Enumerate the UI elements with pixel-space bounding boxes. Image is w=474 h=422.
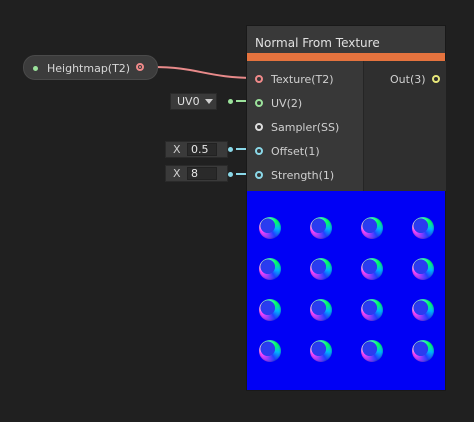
input-port-offset[interactable]: Offset(1) <box>247 143 363 163</box>
out-port-icon[interactable] <box>432 75 440 83</box>
preview-bump <box>259 217 281 239</box>
preview-bump <box>412 299 434 321</box>
preview-bump <box>259 258 281 280</box>
texture-wire <box>151 66 259 79</box>
strength-axis-label: X <box>173 167 181 180</box>
uv-channel-dropdown[interactable]: UV0 <box>170 93 217 110</box>
property-node-heightmap[interactable]: Heightmap(T2) <box>23 55 158 80</box>
node-inputs: Texture(T2) UV(2) Sampler(SS) Offset(1) … <box>247 61 363 191</box>
offset-port-icon[interactable] <box>255 147 263 155</box>
offset-value: 0.5 <box>191 143 209 156</box>
input-label-offset: Offset(1) <box>271 145 320 158</box>
preview-bump <box>310 299 332 321</box>
strength-inline-port-icon <box>228 172 233 177</box>
sampler-port-icon[interactable] <box>255 123 263 131</box>
input-label-uv: UV(2) <box>271 97 303 110</box>
property-output-port[interactable] <box>136 63 144 71</box>
offset-input[interactable]: 0.5 <box>187 143 217 156</box>
chevron-down-icon <box>205 99 213 104</box>
preview-bump <box>412 340 434 362</box>
preview-bump <box>310 217 332 239</box>
node-header[interactable]: Normal From Texture <box>247 26 445 53</box>
input-label-strength: Strength(1) <box>271 169 335 182</box>
strength-port-icon[interactable] <box>255 171 263 179</box>
preview-bump <box>310 340 332 362</box>
uv-port-icon[interactable] <box>255 99 263 107</box>
strength-value: 8 <box>191 167 198 180</box>
preview-bump <box>361 258 383 280</box>
strength-input[interactable]: 8 <box>187 167 217 180</box>
output-port-out[interactable]: Out(3) <box>364 71 446 91</box>
property-status-dot <box>33 66 38 71</box>
input-port-strength[interactable]: Strength(1) <box>247 167 363 187</box>
offset-axis-label: X <box>173 143 181 156</box>
preview-bump <box>310 258 332 280</box>
node-accent-bar <box>247 53 445 61</box>
preview-bump <box>412 217 434 239</box>
node-title: Normal From Texture <box>255 36 380 50</box>
preview-bump <box>412 258 434 280</box>
offset-inline-port-icon <box>228 147 233 152</box>
preview-bump <box>361 340 383 362</box>
input-port-uv[interactable]: UV(2) <box>247 95 363 115</box>
strength-field[interactable]: X 8 <box>165 165 228 182</box>
input-port-sampler[interactable]: Sampler(SS) <box>247 119 363 139</box>
node-outputs: Out(3) <box>363 61 446 191</box>
property-node-label: Heightmap(T2) <box>47 62 131 75</box>
preview-bump <box>259 340 281 362</box>
input-label-texture: Texture(T2) <box>271 73 334 86</box>
preview-bump <box>361 217 383 239</box>
preview-bump <box>259 299 281 321</box>
node-preview <box>247 191 445 390</box>
output-label: Out(3) <box>390 73 426 86</box>
offset-field[interactable]: X 0.5 <box>165 141 228 158</box>
uv-channel-value: UV0 <box>177 95 200 108</box>
texture-port-icon[interactable] <box>255 75 263 83</box>
preview-bump <box>361 299 383 321</box>
input-label-sampler: Sampler(SS) <box>271 121 340 134</box>
normal-from-texture-node[interactable]: Normal From Texture Texture(T2) UV(2) Sa… <box>246 25 446 391</box>
uv-inline-port-icon <box>228 99 233 104</box>
input-port-texture[interactable]: Texture(T2) <box>247 71 363 91</box>
